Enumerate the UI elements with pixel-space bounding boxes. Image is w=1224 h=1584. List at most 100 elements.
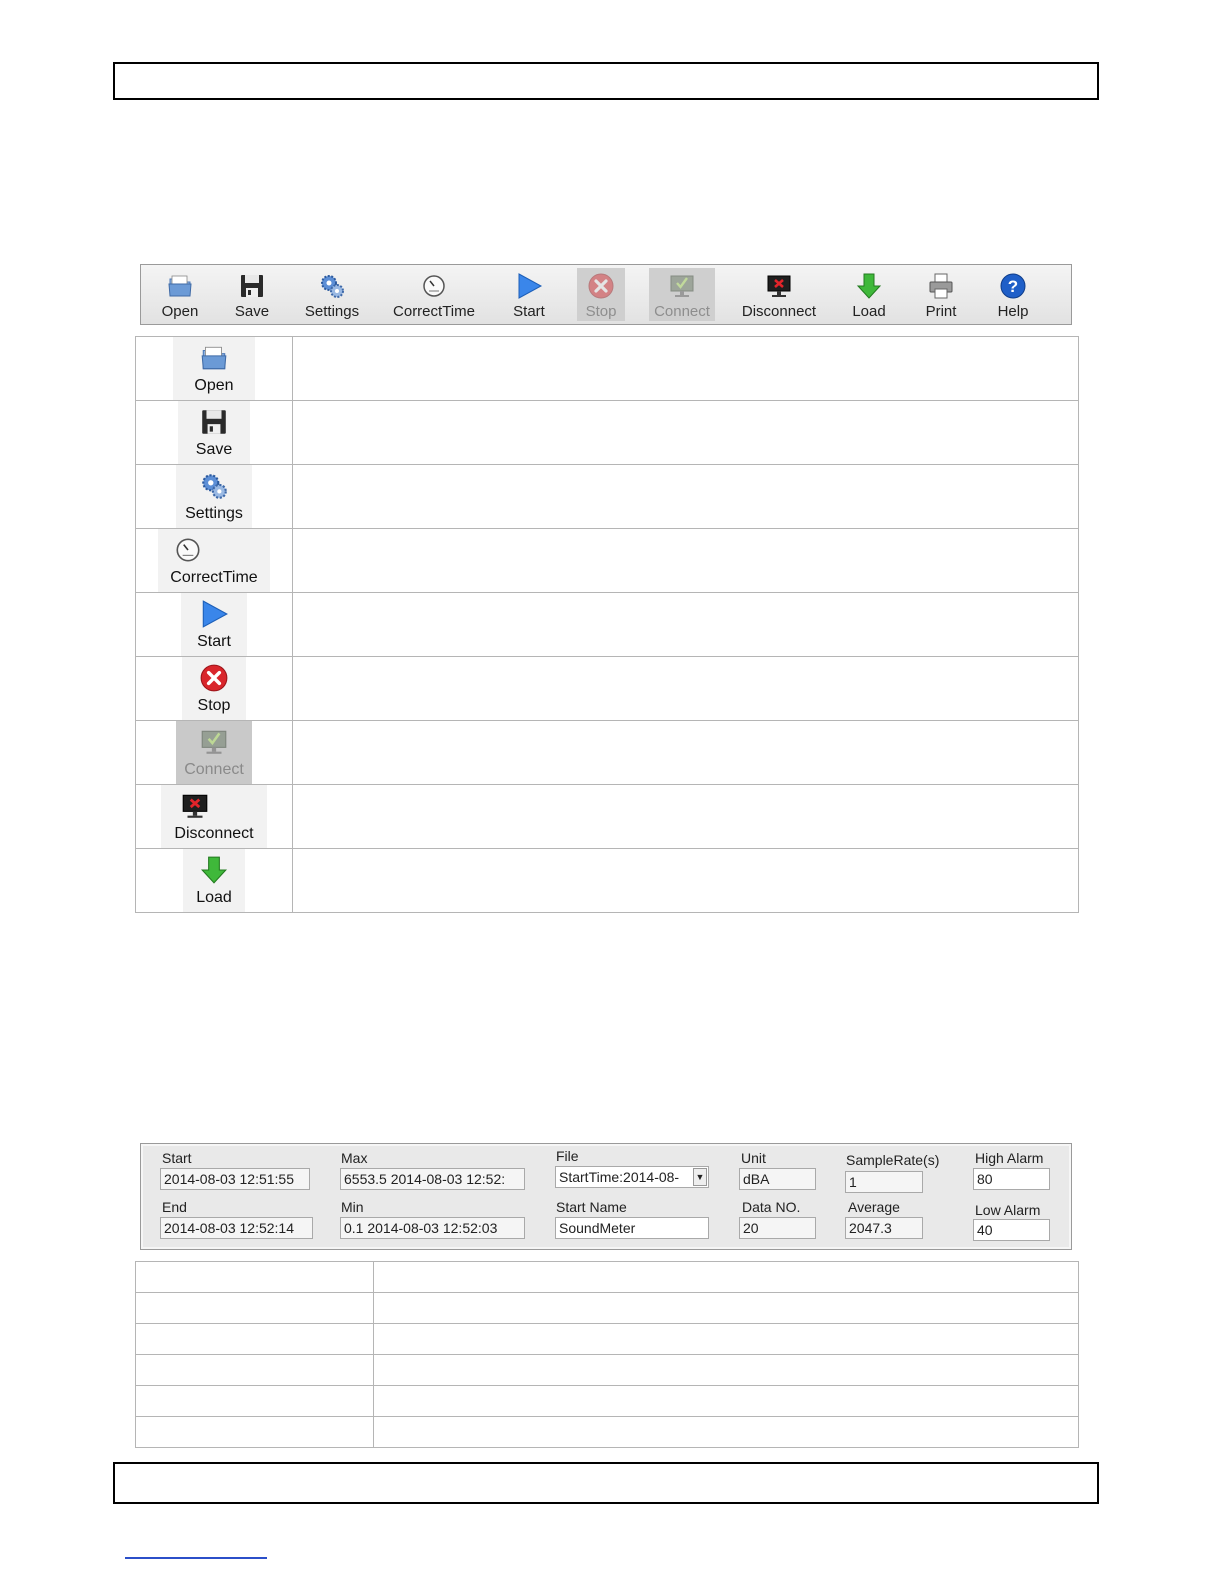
min-label: Min bbox=[341, 1199, 364, 1215]
toolbar-print-button[interactable]: Print bbox=[919, 268, 963, 321]
start-name-label: Start Name bbox=[556, 1199, 627, 1215]
info-panel: Start 2014-08-03 12:51:55 End 2014-08-03… bbox=[140, 1143, 1072, 1250]
table-row bbox=[135, 1385, 1079, 1417]
correcttime-label: CorrectTime bbox=[170, 569, 258, 586]
description-cell bbox=[292, 656, 1079, 721]
toolbar-open-button[interactable]: Open bbox=[153, 268, 207, 321]
table-row: Disconnect bbox=[135, 784, 1079, 849]
load-label: Load bbox=[196, 889, 232, 906]
toolbar-load-label: Load bbox=[852, 303, 886, 320]
table-row: Open bbox=[135, 336, 1079, 401]
description-cell bbox=[292, 592, 1079, 657]
data-no-label: Data NO. bbox=[742, 1199, 801, 1215]
folder-icon bbox=[199, 343, 229, 373]
table-row: Start bbox=[135, 592, 1079, 657]
file-label: File bbox=[556, 1148, 579, 1164]
description-cell bbox=[292, 528, 1079, 593]
toolbar: Open Save Settings CorrectTime Start Sto… bbox=[140, 264, 1072, 325]
help-icon bbox=[999, 272, 1027, 300]
end-time-field: 2014-08-03 12:52:14 bbox=[160, 1217, 313, 1239]
toolbar-connect-label: Connect bbox=[654, 303, 710, 320]
description-cell bbox=[292, 336, 1079, 401]
table-row: Settings bbox=[135, 464, 1079, 529]
footnote-separator bbox=[125, 1557, 267, 1559]
high-alarm-field[interactable]: 80 bbox=[973, 1168, 1050, 1190]
table-row: Save bbox=[135, 400, 1079, 465]
start-name-field[interactable]: SoundMeter bbox=[555, 1217, 709, 1239]
description-cell bbox=[292, 464, 1079, 529]
printer-icon bbox=[927, 272, 955, 300]
min-field: 0.1 2014-08-03 12:52:03 bbox=[340, 1217, 525, 1239]
max-field: 6553.5 2014-08-03 12:52: bbox=[340, 1168, 525, 1190]
toolbar-stop-button[interactable]: Stop bbox=[577, 268, 625, 321]
unit-label: Unit bbox=[741, 1150, 766, 1166]
stop-icon bbox=[199, 663, 229, 693]
settings-label: Settings bbox=[185, 505, 243, 522]
field-description-table bbox=[135, 1261, 1079, 1448]
table-row bbox=[135, 1261, 1079, 1293]
high-alarm-label: High Alarm bbox=[975, 1150, 1044, 1166]
folder-icon bbox=[166, 272, 194, 300]
open-button-image: Open bbox=[173, 337, 255, 400]
average-field: 2047.3 bbox=[845, 1217, 923, 1239]
stop-button-image: Stop bbox=[182, 657, 246, 720]
table-row bbox=[135, 1354, 1079, 1386]
toolbar-start-button[interactable]: Start bbox=[505, 268, 553, 321]
file-select[interactable]: StartTime:2014-08- ▼ bbox=[555, 1166, 709, 1188]
toolbar-print-label: Print bbox=[925, 303, 957, 320]
unit-field: dBA bbox=[739, 1168, 816, 1190]
toolbar-load-button[interactable]: Load bbox=[845, 268, 893, 321]
play-icon bbox=[199, 599, 229, 629]
start-button-image: Start bbox=[181, 593, 247, 656]
load-button-image: Load bbox=[183, 849, 245, 912]
toolbar-disconnect-button[interactable]: Disconnect bbox=[739, 268, 819, 321]
floppy-disk-icon bbox=[238, 272, 266, 300]
download-arrow-icon bbox=[855, 272, 883, 300]
sample-rate-label: SampleRate(s) bbox=[846, 1152, 940, 1168]
open-label: Open bbox=[194, 377, 234, 394]
toolbar-open-label: Open bbox=[161, 303, 199, 320]
start-label: Start bbox=[162, 1150, 192, 1166]
correcttime-button-image: CorrectTime bbox=[158, 529, 270, 592]
monitor-x-icon bbox=[765, 272, 793, 300]
data-no-field: 20 bbox=[739, 1217, 816, 1239]
toolbar-help-button[interactable]: Help bbox=[991, 268, 1035, 321]
toolbar-correcttime-button[interactable]: CorrectTime bbox=[389, 268, 479, 321]
description-cell bbox=[292, 720, 1079, 785]
description-cell bbox=[292, 784, 1079, 849]
monitor-check-icon bbox=[199, 727, 229, 757]
stop-label: Stop bbox=[197, 697, 231, 714]
page-header-box bbox=[113, 62, 1099, 100]
toolbar-help-label: Help bbox=[997, 303, 1029, 320]
monitor-x-icon bbox=[180, 791, 210, 821]
table-row bbox=[135, 1292, 1079, 1324]
download-arrow-icon bbox=[199, 855, 229, 885]
save-label: Save bbox=[195, 441, 233, 458]
table-row: Stop bbox=[135, 656, 1079, 721]
toolbar-start-label: Start bbox=[513, 303, 545, 320]
toolbar-correcttime-label: CorrectTime bbox=[393, 303, 475, 320]
clock-icon bbox=[173, 535, 203, 565]
toolbar-disconnect-label: Disconnect bbox=[741, 303, 817, 320]
disconnect-label: Disconnect bbox=[174, 825, 254, 842]
table-row bbox=[135, 1323, 1079, 1355]
chevron-down-icon[interactable]: ▼ bbox=[693, 1168, 707, 1186]
disconnect-button-image: Disconnect bbox=[161, 785, 267, 848]
sample-rate-field: 1 bbox=[845, 1171, 923, 1193]
toolbar-save-button[interactable]: Save bbox=[227, 268, 277, 321]
toolbar-stop-label: Stop bbox=[585, 303, 617, 320]
toolbar-settings-button[interactable]: Settings bbox=[297, 268, 367, 321]
save-button-image: Save bbox=[178, 401, 250, 464]
icon-description-table: Open Save Settings CorrectTime Start Sto… bbox=[135, 336, 1079, 913]
clock-icon bbox=[420, 272, 448, 300]
gears-icon bbox=[199, 471, 229, 501]
toolbar-connect-button[interactable]: Connect bbox=[649, 268, 715, 321]
description-cell bbox=[292, 400, 1079, 465]
end-label: End bbox=[162, 1199, 187, 1215]
table-row: CorrectTime bbox=[135, 528, 1079, 593]
start-time-field: 2014-08-03 12:51:55 bbox=[160, 1168, 310, 1190]
start-label: Start bbox=[197, 633, 231, 650]
file-select-value: StartTime:2014-08- bbox=[559, 1169, 680, 1185]
toolbar-settings-label: Settings bbox=[304, 303, 360, 320]
low-alarm-field[interactable]: 40 bbox=[973, 1219, 1050, 1241]
